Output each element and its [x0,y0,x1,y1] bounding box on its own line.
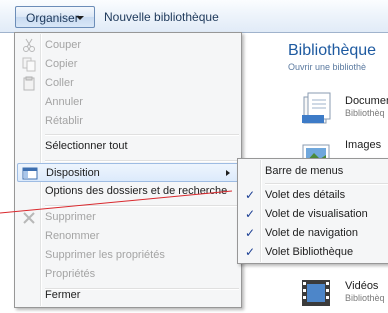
menu-item-remove-properties[interactable]: Supprimer les propriétés [17,246,239,265]
submenu-item-label: Volet des détails [265,189,346,201]
menu-separator [45,205,239,207]
submenu-arrow-icon [226,170,230,176]
videos-library-icon [302,280,330,306]
clipboard-icon [23,76,35,91]
menu-item-copy[interactable]: Copier [17,55,239,74]
menu-item-label: Supprimer les propriétés [45,249,165,261]
menu-item-delete[interactable]: Supprimer [17,208,239,227]
menu-item-cut[interactable]: Couper [17,36,239,55]
checkmark-icon: ✓ [244,207,256,221]
layout-icon [22,167,38,180]
submenu-item-preview-pane[interactable]: ✓ Volet de visualisation [240,205,388,224]
menu-item-folder-options[interactable]: Options des dossiers et de recherche [17,182,239,201]
menu-separator [45,160,239,162]
menu-item-redo[interactable]: Rétablir [17,112,239,131]
documents-library-icon [302,92,331,124]
organise-menu: Couper Copier Coller Annuler Rétablir Sé… [14,32,242,308]
scissors-icon [23,38,35,52]
library-item-videos[interactable]: Vidéos Bibliothèq [300,276,388,312]
explorer-window: Organiser Nouvelle bibliothèque Biblioth… [0,0,388,313]
menu-item-properties[interactable]: Propriétés [17,265,239,284]
menu-item-label: Sélectionner tout [45,140,128,152]
submenu-item-label: Volet Bibliothèque [265,246,354,258]
menu-item-undo[interactable]: Annuler [17,93,239,112]
submenu-item-library-pane[interactable]: ✓ Volet Bibliothèque [240,243,388,262]
library-subtitle: Ouvrir une bibliothè [288,62,367,72]
checkmark-icon: ✓ [244,188,256,202]
menu-item-select-all[interactable]: Sélectionner tout [17,137,239,156]
menu-item-label: Supprimer [45,211,96,223]
library-item-sub: Bibliothèq [345,108,385,118]
menu-separator [45,134,239,136]
menu-item-rename[interactable]: Renommer [17,227,239,246]
submenu-item-details-pane[interactable]: ✓ Volet des détails [240,186,388,205]
checkmark-icon: ✓ [244,226,256,240]
submenu-separator [265,183,388,185]
submenu-item-label: Volet de visualisation [265,208,368,220]
menu-item-label: Copier [45,58,78,70]
submenu-item-navigation-pane[interactable]: ✓ Volet de navigation [240,224,388,243]
library-item-name: Vidéos [345,280,379,292]
delete-x-icon [23,212,35,224]
library-item-sub: Bibliothèq [345,293,385,303]
menu-item-label: Rétablir [45,115,83,127]
library-title: Bibliothèque [288,42,377,59]
layout-submenu: Barre de menus ✓ Volet des détails ✓ Vol… [237,158,388,264]
menu-item-label: Couper [45,39,82,51]
menu-item-label: Annuler [45,96,83,108]
menu-item-paste[interactable]: Coller [17,74,239,93]
menu-item-label: Disposition [46,167,100,179]
command-bar: Organiser Nouvelle bibliothèque [0,0,388,33]
menu-item-label: Renommer [45,230,100,242]
library-item-name: Document [345,95,388,107]
new-library-button[interactable]: Nouvelle bibliothèque [104,6,219,28]
library-item-documents[interactable]: Document Bibliothèq [300,91,388,127]
submenu-item-label: Barre de menus [265,165,344,177]
chevron-down-icon [76,16,84,20]
menu-item-label: Coller [45,77,74,89]
checkmark-icon: ✓ [244,245,256,259]
submenu-item-label: Volet de navigation [265,227,358,239]
submenu-item-menu-bar[interactable]: Barre de menus [240,162,388,181]
menu-item-label: Options des dossiers et de recherche [45,185,228,197]
organise-label: Organiser [26,11,79,25]
navigation-pane [0,33,14,313]
menu-item-label: Propriétés [45,268,96,280]
menu-item-label: Fermer [45,289,81,301]
menu-item-close[interactable]: Fermer [17,286,239,305]
copy-icon [22,57,36,72]
menu-item-layout[interactable]: Disposition [17,163,239,182]
organise-button[interactable]: Organiser [15,6,95,28]
library-item-name: Images [345,139,382,151]
